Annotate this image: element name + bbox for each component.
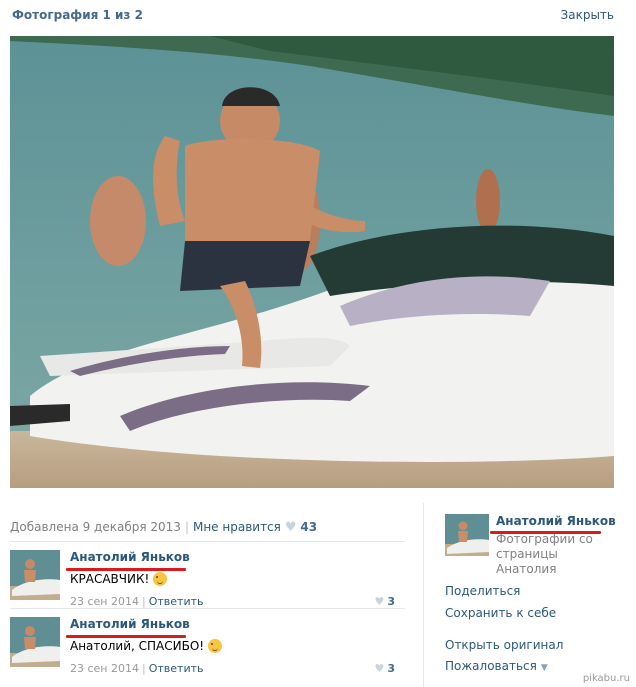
author-underline bbox=[66, 568, 186, 571]
heart-icon: ♥ bbox=[374, 662, 385, 675]
separator: | bbox=[184, 520, 189, 534]
comment-author[interactable]: Анатолий Яньков bbox=[70, 550, 190, 564]
owner-name[interactable]: Анатолий Яньков bbox=[496, 514, 616, 528]
main-photo[interactable] bbox=[10, 36, 614, 488]
open-original-link[interactable]: Открыть оригинал bbox=[445, 638, 563, 652]
comment-date[interactable]: 23 сен 2014 bbox=[70, 595, 139, 608]
wink-emoji-icon bbox=[208, 639, 223, 653]
avatar[interactable] bbox=[10, 550, 60, 600]
photo-image bbox=[10, 36, 614, 488]
reply-link[interactable]: Ответить bbox=[149, 662, 204, 675]
comment-text-value: Анатолий, СПАСИБО! bbox=[70, 639, 205, 653]
meta-separator: | bbox=[142, 595, 146, 608]
comment-text-value: КРАСАВЧИК! bbox=[70, 572, 150, 586]
divider bbox=[10, 608, 405, 609]
comment-likes[interactable]: ♥ 3 bbox=[374, 662, 395, 675]
wink-emoji-icon bbox=[153, 572, 168, 586]
photo-meta: Добавлена 9 декабря 2013 | Мне нравится ♥ 4… bbox=[10, 520, 317, 535]
meta-separator: | bbox=[142, 662, 146, 675]
added-date: Добавлена 9 декабря 2013 bbox=[10, 520, 181, 534]
share-link[interactable]: Поделиться bbox=[445, 584, 520, 598]
avatar[interactable] bbox=[10, 617, 60, 667]
comment-meta: 23 сен 2014 | Ответить bbox=[70, 595, 203, 608]
reply-link[interactable]: Ответить bbox=[149, 595, 204, 608]
comment-text: КРАСАВЧИК! bbox=[70, 572, 168, 586]
comment-date[interactable]: 23 сен 2014 bbox=[70, 662, 139, 675]
like-button[interactable]: Мне нравится bbox=[193, 520, 281, 534]
like-count: 43 bbox=[300, 520, 318, 534]
heart-icon: ♥ bbox=[374, 595, 385, 608]
comment-item: Анатолий Яньков КРАСАВЧИК! 23 сен 2014 | О… bbox=[10, 550, 405, 608]
save-link[interactable]: Сохранить к себе bbox=[445, 606, 556, 620]
heart-icon[interactable]: ♥ bbox=[285, 520, 297, 535]
comment-like-count: 3 bbox=[387, 662, 395, 675]
report-label: Пожаловаться bbox=[445, 659, 537, 673]
chevron-down-icon: ▼ bbox=[540, 663, 548, 673]
report-link[interactable]: Пожаловаться ▼ bbox=[445, 659, 548, 673]
comment-likes[interactable]: ♥ 3 bbox=[374, 595, 395, 608]
owner-album[interactable]: Фотографии со страницы Анатолия bbox=[496, 532, 616, 577]
comment-meta: 23 сен 2014 | Ответить bbox=[70, 662, 203, 675]
divider bbox=[10, 541, 405, 542]
comment-author[interactable]: Анатолий Яньков bbox=[70, 617, 190, 631]
close-link[interactable]: Закрыть bbox=[561, 8, 614, 22]
watermark: pikabu.ru bbox=[582, 673, 630, 684]
sidebar-divider bbox=[423, 503, 424, 687]
owner-avatar[interactable] bbox=[445, 514, 489, 556]
comment-text: Анатолий, СПАСИБО! bbox=[70, 639, 223, 653]
viewer-title: Фотография 1 из 2 bbox=[12, 8, 143, 22]
comment-like-count: 3 bbox=[387, 595, 395, 608]
author-underline bbox=[66, 635, 186, 638]
comment-item: Анатолий Яньков Анатолий, СПАСИБО! 23 се… bbox=[10, 617, 405, 675]
